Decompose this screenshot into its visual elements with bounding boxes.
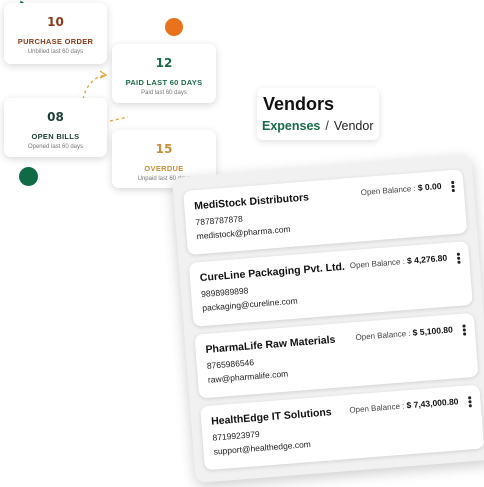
- stat-card-purchase-order[interactable]: 10 PURCHASE ORDER Unbilled last 60 days: [4, 3, 107, 64]
- balance-value: $ 7,43,000.80: [406, 396, 459, 411]
- vendor-name: HealthEdge IT Solutions: [210, 406, 333, 428]
- breadcrumb-expenses-link[interactable]: Expenses: [262, 119, 320, 133]
- stat-title: OPEN BILLS: [31, 132, 80, 141]
- stat-count: 12: [155, 56, 173, 70]
- vendor-balance: Open Balance : $ 5,100.80: [355, 324, 453, 342]
- vendor-email: medistock@pharma.com: [196, 223, 291, 242]
- vendors-header: Vendors Expenses / Vendor: [257, 88, 379, 140]
- balance-label: Open Balance :: [355, 328, 411, 343]
- vendor-phone: 9898989898: [200, 285, 249, 300]
- balance-label: Open Balance :: [349, 401, 405, 415]
- more-options-icon[interactable]: [462, 324, 466, 336]
- stat-subtitle: Unbilled last 60 days: [27, 49, 84, 55]
- vendor-card[interactable]: MediStock Distributors 7878787878 medist…: [183, 169, 468, 255]
- vendor-email: raw@pharmalife.com: [207, 368, 289, 385]
- breadcrumb-current: Vendor: [333, 119, 374, 133]
- stat-title: OVERDUE: [144, 164, 184, 173]
- stat-card-open-bills[interactable]: 08 OPEN BILLS Opened last 60 days: [4, 98, 107, 157]
- vendor-name: PharmaLife Raw Materials: [205, 333, 336, 356]
- more-options-icon[interactable]: [451, 180, 455, 193]
- balance-label: Open Balance :: [360, 183, 417, 198]
- vendor-balance: Open Balance : $ 7,43,000.80: [349, 396, 459, 415]
- stat-subtitle: Paid last 60 days: [141, 90, 187, 96]
- stat-count: 10: [47, 15, 64, 29]
- vendor-list-panel: MediStock Distributors 7878787878 medist…: [172, 154, 484, 484]
- vendor-name: MediStock Distributors: [193, 191, 310, 213]
- stat-title: PAID LAST 60 DAYS: [125, 78, 203, 87]
- vendor-balance: Open Balance : $ 0.00: [360, 180, 442, 198]
- vendor-email: packaging@cureline.com: [201, 295, 298, 314]
- breadcrumb-separator: /: [325, 119, 329, 133]
- breadcrumb: Expenses / Vendor: [262, 119, 373, 133]
- vendor-email: support@healthedge.com: [213, 438, 312, 457]
- stat-title: PURCHASE ORDER: [17, 37, 94, 46]
- orange-dot-decoration: [165, 18, 183, 36]
- vendor-name: CureLine Packaging Pvt. Ltd.: [199, 260, 346, 285]
- stat-count: 15: [155, 142, 173, 156]
- more-options-icon[interactable]: [468, 396, 472, 408]
- more-options-icon[interactable]: [456, 252, 461, 265]
- balance-label: Open Balance :: [349, 257, 406, 271]
- balance-value: $ 0.00: [417, 180, 442, 193]
- vendor-card[interactable]: PharmaLife Raw Materials 8765986546 raw@…: [194, 312, 479, 399]
- stat-card-paid[interactable]: 12 PAID LAST 60 DAYS Paid last 60 days: [112, 44, 216, 103]
- balance-value: $ 4,276.80: [406, 252, 448, 266]
- vendor-phone: 8765986546: [206, 357, 255, 371]
- vendor-balance: Open Balance : $ 4,276.80: [349, 252, 448, 271]
- stat-subtitle: Opened last 60 days: [27, 144, 84, 150]
- green-dot-decoration: [19, 167, 38, 186]
- balance-value: $ 5,100.80: [412, 324, 454, 338]
- vendor-card[interactable]: HealthEdge IT Solutions 8719923979 suppo…: [200, 384, 484, 471]
- stat-count: 08: [47, 110, 64, 124]
- vendor-phone: 7878787878: [195, 213, 244, 228]
- vendor-card[interactable]: CureLine Packaging Pvt. Ltd. 9898989898 …: [188, 240, 473, 327]
- vendor-list-wrapper: MediStock Distributors 7878787878 medist…: [172, 154, 484, 484]
- page-title: Vendors: [263, 94, 335, 114]
- vendor-phone: 8719923979: [212, 428, 261, 443]
